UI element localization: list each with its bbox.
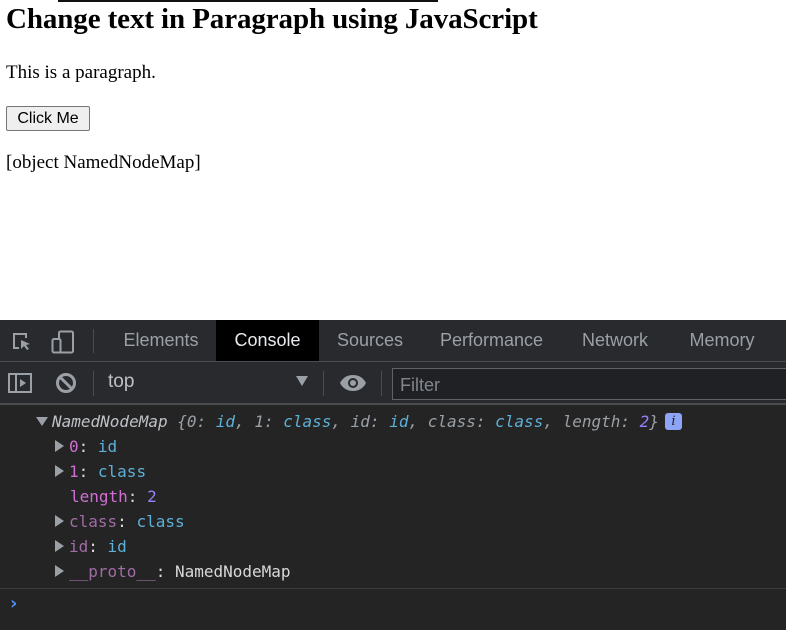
page-heading: Change text in Paragraph using JavaScrip… xyxy=(6,3,538,35)
tab-label: Network xyxy=(581,330,648,350)
property-row[interactable]: 1: class xyxy=(55,461,146,483)
info-icon[interactable]: i xyxy=(664,413,682,430)
show-sidebar-icon[interactable] xyxy=(8,371,32,395)
preview-key: class xyxy=(427,412,476,431)
tab-elements[interactable]: Elements xyxy=(106,320,216,361)
top-rule xyxy=(58,0,438,2)
property-value: id xyxy=(97,437,118,456)
tab-performance[interactable]: Performance xyxy=(421,320,562,361)
console-output: NamedNodeMap {0: id, 1: class, id: id, c… xyxy=(0,405,786,630)
preview-key: 0 xyxy=(186,412,197,431)
clear-console-icon[interactable] xyxy=(54,371,78,395)
preview-key: id xyxy=(350,412,370,431)
preview-value: id xyxy=(215,412,236,431)
tab-label: Memory xyxy=(689,330,755,350)
tab-console[interactable]: Console xyxy=(216,320,319,361)
filter-input[interactable]: Filter xyxy=(392,368,786,400)
property-row: length: 2 xyxy=(70,487,157,506)
object-type: NamedNodeMap xyxy=(52,412,168,431)
expand-arrow-icon[interactable] xyxy=(55,465,64,477)
expand-arrow-icon[interactable] xyxy=(55,515,64,527)
tab-memory[interactable]: Memory xyxy=(668,320,776,361)
brace-open: { xyxy=(177,412,187,431)
toolbar-separator xyxy=(93,371,94,396)
prompt-divider xyxy=(0,588,786,589)
property-key: __proto__ xyxy=(69,562,156,581)
brace-close: } xyxy=(649,412,659,431)
live-expression-eye-icon[interactable] xyxy=(339,371,367,395)
console-log-entry[interactable]: NamedNodeMap {0: id, 1: class, id: id, c… xyxy=(36,411,682,433)
property-value: NamedNodeMap xyxy=(174,562,291,581)
collapse-arrow-icon[interactable] xyxy=(36,417,48,426)
preview-value: id xyxy=(389,412,409,431)
tab-sources[interactable]: Sources xyxy=(319,320,421,361)
property-row[interactable]: id: id xyxy=(55,536,127,558)
tab-network[interactable]: Network xyxy=(562,320,668,361)
toolbar-separator xyxy=(93,329,94,353)
preview-key: 1 xyxy=(254,412,264,431)
toolbar-separator xyxy=(381,371,382,396)
property-row[interactable]: class: class xyxy=(55,511,185,533)
context-selector[interactable]: top xyxy=(108,371,134,393)
property-key: length xyxy=(70,487,128,506)
inspect-element-icon[interactable] xyxy=(10,330,34,354)
property-row[interactable]: 0: id xyxy=(55,436,117,458)
preview-value: 2 xyxy=(639,412,650,431)
property-key: id xyxy=(69,537,89,556)
dropdown-arrow-icon[interactable] xyxy=(296,376,308,386)
tab-label: Console xyxy=(234,330,301,350)
property-key: 1 xyxy=(69,462,79,481)
tab-label: Sources xyxy=(336,330,404,350)
devtools-panel: Elements Console Sources Performance Net… xyxy=(0,320,786,630)
property-value: class xyxy=(97,462,147,481)
property-value: id xyxy=(107,537,127,556)
web-page: Change text in Paragraph using JavaScrip… xyxy=(0,0,786,320)
property-value: class xyxy=(136,512,185,531)
toolbar-separator xyxy=(323,371,324,396)
property-key: class xyxy=(69,512,118,531)
tab-label: Performance xyxy=(439,330,544,350)
result-text: [object NamedNodeMap] xyxy=(6,152,201,173)
property-value: 2 xyxy=(147,487,157,506)
devtools-tab-bar: Elements Console Sources Performance Net… xyxy=(0,320,786,362)
preview-key: length xyxy=(562,412,621,431)
click-me-button[interactable]: Click Me xyxy=(6,106,90,131)
expand-arrow-icon[interactable] xyxy=(55,440,64,452)
expand-arrow-icon[interactable] xyxy=(55,565,64,577)
prompt-chevron-icon[interactable]: › xyxy=(10,593,17,614)
property-row[interactable]: __proto__: NamedNodeMap xyxy=(55,561,291,583)
filter-placeholder: Filter xyxy=(400,375,440,395)
property-key: 0 xyxy=(69,437,79,456)
preview-value: class xyxy=(283,412,332,431)
tab-label: Elements xyxy=(123,330,199,350)
device-toolbar-icon[interactable] xyxy=(51,330,75,354)
paragraph: This is a paragraph. xyxy=(6,62,156,83)
console-toolbar: top Filter xyxy=(0,362,786,405)
expand-arrow-icon[interactable] xyxy=(55,540,64,552)
preview-value: class xyxy=(495,412,544,431)
